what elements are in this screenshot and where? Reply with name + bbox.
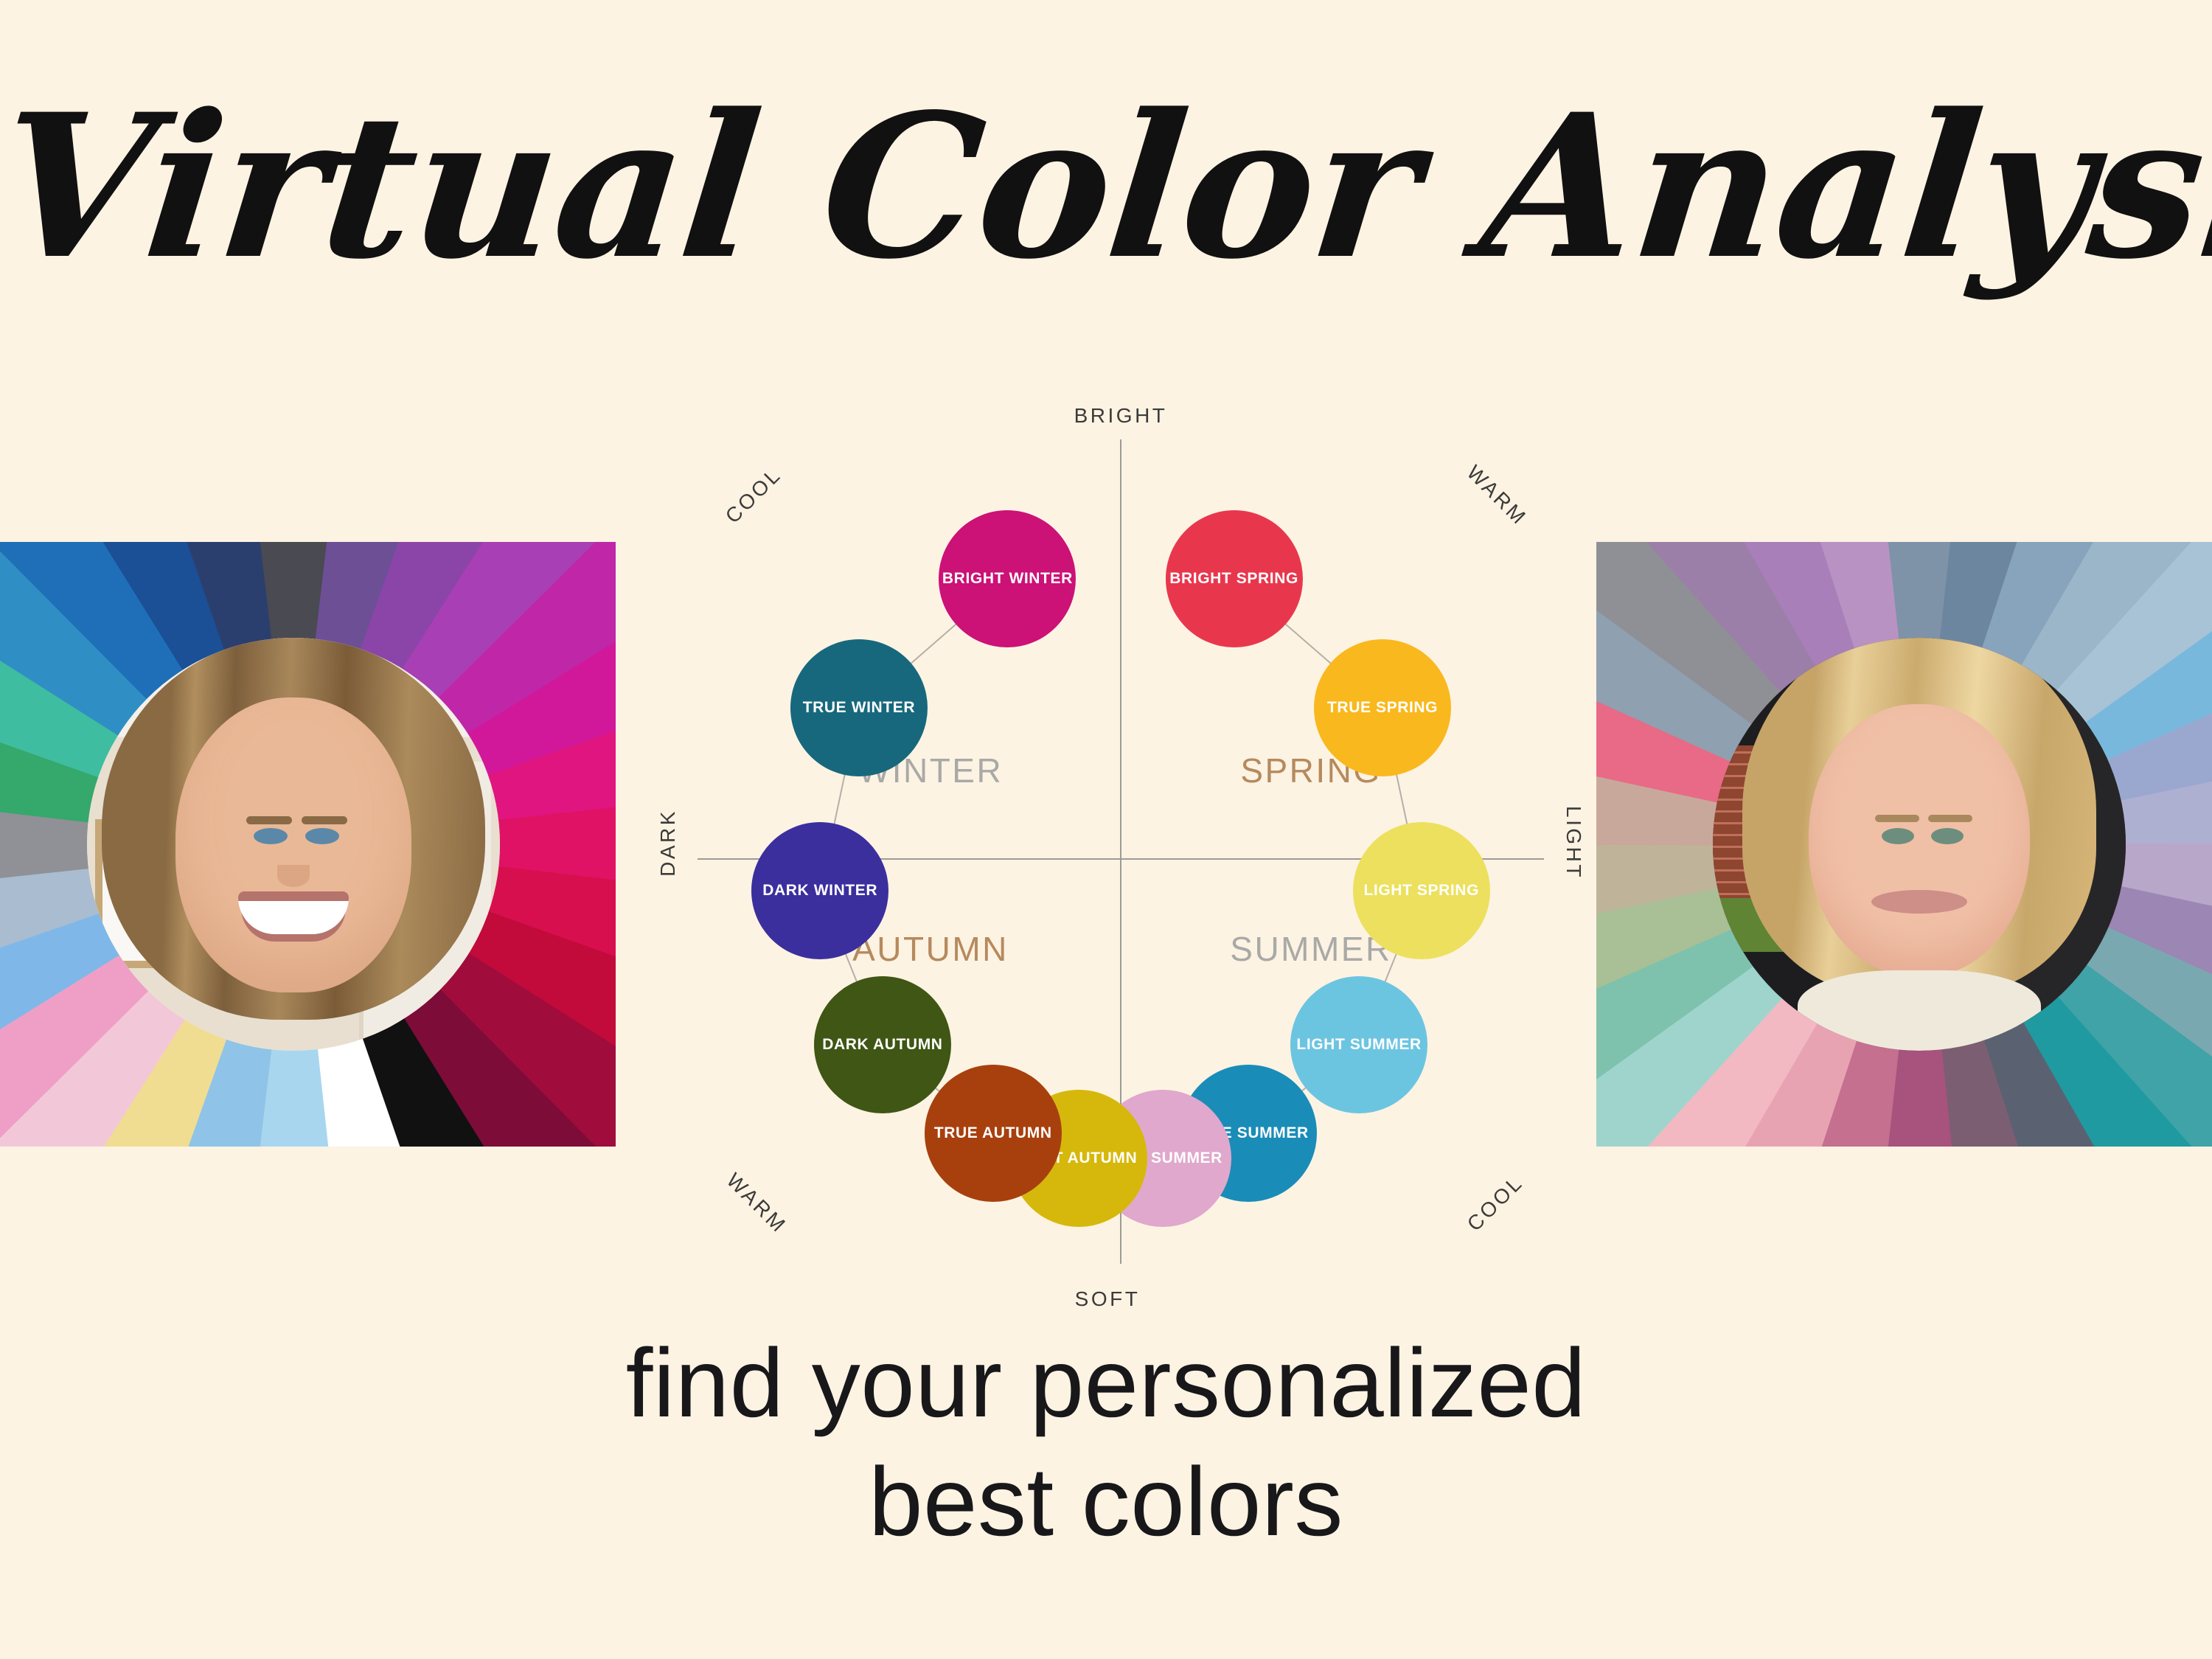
- axis-label-bottom-right: COOL: [1462, 1170, 1528, 1236]
- season-bubble-label: BRIGHT SPRING: [1169, 569, 1298, 587]
- season-bubble-label: TRUE AUTUMN: [933, 1124, 1052, 1141]
- quadrant-label-summer: SUMMER: [1230, 930, 1392, 968]
- page-title: Virtual Color Analysis: [0, 71, 2212, 303]
- axis-label-top-left: COOL: [720, 462, 786, 528]
- page-subtitle: find your personalized best colors: [0, 1324, 2212, 1561]
- photo-card-left: [0, 542, 616, 1147]
- subtitle-line-1: find your personalized: [625, 1329, 1587, 1437]
- season-bubble-dark-autumn[interactable]: DARK AUTUMN: [813, 976, 951, 1114]
- season-bubble-label: LIGHT SUMMER: [1296, 1036, 1422, 1054]
- avatar-left: [86, 638, 500, 1051]
- axis-label-bottom: SOFT: [1074, 1287, 1141, 1310]
- season-bubble-light-summer[interactable]: LIGHT SUMMER: [1290, 976, 1428, 1114]
- axis-label-left: DARK: [656, 809, 679, 877]
- season-bubble-label: DARK AUTUMN: [822, 1036, 943, 1054]
- axis-label-right: LIGHT: [1562, 806, 1585, 880]
- subtitle-line-2: best colors: [869, 1447, 1343, 1557]
- photo-card-right: [1596, 542, 2212, 1147]
- season-bubble-true-autumn[interactable]: TRUE AUTUMN: [924, 1064, 1062, 1202]
- quadrant-label-autumn: AUTUMN: [852, 930, 1009, 968]
- season-bubble-label: BRIGHT WINTER: [942, 569, 1073, 587]
- season-bubble-bright-winter[interactable]: BRIGHT WINTER: [939, 509, 1077, 647]
- avatar-right: [1712, 638, 2126, 1051]
- season-bubble-label: DARK WINTER: [762, 881, 878, 899]
- axis-label-top: BRIGHT: [1074, 404, 1168, 427]
- season-bubble-label: TRUE WINTER: [802, 699, 916, 716]
- season-bubble-dark-winter[interactable]: DARK WINTER: [751, 821, 889, 959]
- axis-label-top-right: WARM: [1462, 460, 1532, 530]
- season-bubble-label: TRUE SPRING: [1327, 699, 1439, 716]
- axis-label-bottom-left: WARM: [722, 1168, 792, 1238]
- season-bubble-true-spring[interactable]: TRUE SPRING: [1314, 639, 1452, 776]
- season-bubble-bright-spring[interactable]: BRIGHT SPRING: [1165, 509, 1303, 647]
- season-bubble-true-winter[interactable]: TRUE WINTER: [790, 639, 928, 776]
- season-bubble-light-spring[interactable]: LIGHT SPRING: [1352, 821, 1490, 959]
- seasonal-color-wheel: BRIGHT WINTER BRIGHT SPRING TRUE SPRING LIG…: [656, 404, 1585, 1310]
- season-bubble-label: LIGHT SPRING: [1363, 881, 1480, 899]
